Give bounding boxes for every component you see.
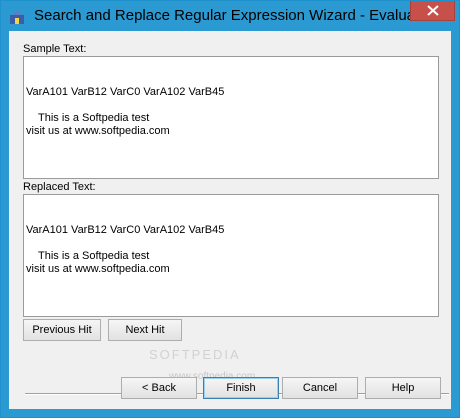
replaced-line-3: This is a Softpedia test [26, 250, 150, 262]
back-button[interactable]: < Back [121, 377, 197, 399]
close-icon [427, 5, 439, 16]
sample-line-1: VarA101 VarB12 VarC0 VarA102 VarB45 [26, 86, 225, 98]
replaced-text-box[interactable]: VarA101 VarB12 VarC0 VarA102 VarB45 This… [23, 194, 439, 317]
sample-line-3: This is a Softpedia test [26, 112, 150, 124]
title-bar[interactable]: Search and Replace Regular Expression Wi… [1, 1, 459, 31]
window-title: Search and Replace Regular Expression Wi… [34, 7, 440, 24]
finish-button[interactable]: Finish [203, 377, 279, 399]
replaced-text-label: Replaced Text: [23, 181, 96, 193]
next-hit-button[interactable]: Next Hit [108, 319, 182, 341]
replaced-line-1: VarA101 VarB12 VarC0 VarA102 VarB45 [26, 224, 225, 236]
cancel-button[interactable]: Cancel [282, 377, 358, 399]
previous-hit-button[interactable]: Previous Hit [23, 319, 101, 341]
watermark-logo: SOFTPEDIA [149, 347, 241, 362]
wizard-window: Search and Replace Regular Expression Wi… [0, 0, 460, 418]
help-button[interactable]: Help [365, 377, 441, 399]
sample-text-box[interactable]: VarA101 VarB12 VarC0 VarA102 VarB45 This… [23, 56, 439, 179]
sample-line-4: visit us at www.softpedia.com [26, 125, 170, 137]
close-button[interactable] [410, 1, 455, 21]
wizard-client-area: Sample Text: VarA101 VarB12 VarC0 VarA10… [9, 31, 451, 409]
app-icon [9, 9, 25, 25]
replaced-line-4: visit us at www.softpedia.com [26, 263, 170, 275]
sample-text-label: Sample Text: [23, 43, 87, 55]
